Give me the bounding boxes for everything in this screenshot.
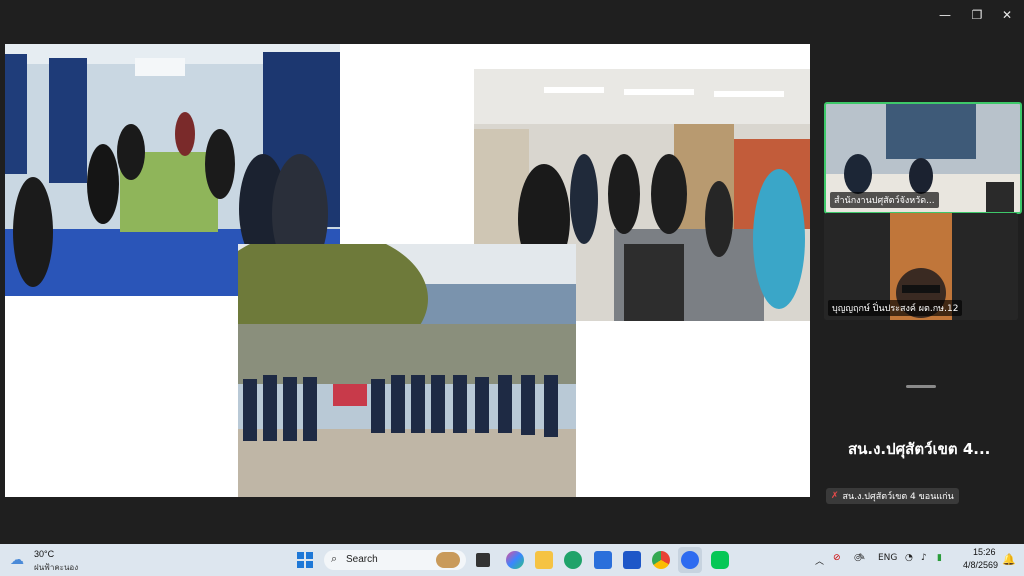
search-placeholder: Search bbox=[346, 554, 378, 565]
task-view-icon[interactable] bbox=[476, 553, 490, 567]
search-box[interactable]: ⌕ Search bbox=[324, 550, 466, 570]
notification-bell-icon[interactable]: 🔔 bbox=[1002, 553, 1016, 566]
search-highlight-icon bbox=[436, 552, 460, 568]
speaker-title: สน.ง.ปศุสัตว์เขต 4... bbox=[848, 440, 991, 458]
clock-time[interactable]: 15:26 bbox=[973, 547, 996, 557]
file-explorer-icon[interactable] bbox=[535, 551, 553, 569]
weather-icon: ☁ bbox=[10, 552, 24, 568]
minimize-button[interactable]: — bbox=[934, 6, 956, 24]
group-outdoor-photo bbox=[238, 244, 576, 497]
close-button[interactable]: ✕ bbox=[996, 6, 1018, 24]
search-icon: ⌕ bbox=[331, 552, 338, 565]
mic-muted-icon: ✗ bbox=[831, 491, 839, 501]
battery-icon[interactable]: ▮ bbox=[937, 553, 942, 563]
wifi-icon[interactable]: ◔ bbox=[905, 553, 913, 563]
edge-icon[interactable] bbox=[564, 551, 582, 569]
zoom-active-tab[interactable] bbox=[678, 547, 702, 573]
language-indicator[interactable]: ENG bbox=[878, 553, 897, 563]
app-icon[interactable] bbox=[623, 551, 641, 569]
restore-button[interactable]: ❐ bbox=[966, 6, 988, 24]
participant-name-2: บุญญฤกษ์ ปิ่นประสงค์ ผต.กษ.12 bbox=[828, 300, 963, 316]
weather-desc: ฝนฟ้าคะนอง bbox=[34, 563, 79, 572]
participant-tile-2[interactable]: บุญญฤกษ์ ปิ่นประสงค์ ผต.กษ.12 bbox=[824, 213, 1018, 320]
antivirus-icon[interactable]: ⊘ bbox=[833, 553, 841, 563]
windows-icon bbox=[297, 552, 313, 568]
show-hidden-icons[interactable]: ︿ bbox=[815, 554, 824, 567]
pen-icon[interactable]: ✎ bbox=[858, 553, 866, 563]
speaker-label-text: สน.ง.ปศุสัตว์เขต 4 ขอนแก่น bbox=[842, 492, 954, 502]
line-icon[interactable] bbox=[711, 551, 729, 569]
weather-temp: 30°C bbox=[34, 549, 55, 559]
start-button[interactable] bbox=[296, 551, 314, 569]
shared-screen-slide bbox=[5, 44, 810, 497]
store-icon[interactable] bbox=[594, 551, 612, 569]
panel-divider-handle[interactable] bbox=[906, 385, 936, 388]
participant-name-1: สำนักงานปศุสัตว์จังหวัด... bbox=[830, 192, 939, 208]
chrome-icon[interactable] bbox=[652, 551, 670, 569]
volume-icon[interactable]: ♪ bbox=[921, 553, 927, 563]
participant-tile-1[interactable]: สำนักงานปศุสัตว์จังหวัด... bbox=[824, 102, 1022, 214]
taskbar: ☁ 30°C ฝนฟ้าคะนอง ⌕ Search ︿ ⊘ ◎ ✎ ENG ◔… bbox=[0, 544, 1024, 576]
clock-date[interactable]: 4/8/2569 bbox=[963, 560, 998, 570]
copilot-icon[interactable] bbox=[506, 551, 524, 569]
zoom-icon bbox=[681, 551, 699, 569]
speaker-label: ✗ สน.ง.ปศุสัตว์เขต 4 ขอนแก่น bbox=[826, 488, 959, 504]
